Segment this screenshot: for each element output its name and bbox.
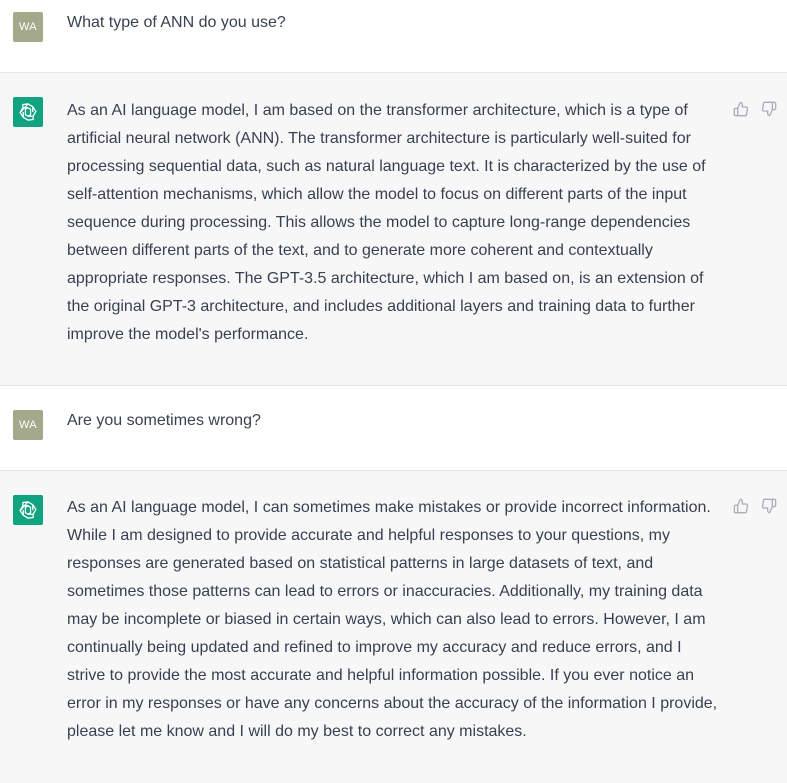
- feedback-buttons: [733, 498, 777, 514]
- thumbs-down-icon[interactable]: [761, 101, 777, 117]
- assistant-message: As an AI language model, I am based on t…: [0, 73, 787, 386]
- thumbs-up-icon[interactable]: [733, 498, 749, 514]
- thumbs-up-icon[interactable]: [733, 101, 749, 117]
- user-avatar: WA: [13, 410, 43, 440]
- assistant-message-text: As an AI language model, I can sometimes…: [67, 499, 718, 740]
- thumbs-down-icon[interactable]: [761, 498, 777, 514]
- user-message-text: Are you sometimes wrong?: [67, 412, 261, 429]
- user-message: WA Are you sometimes wrong?: [0, 386, 787, 471]
- user-message-text: What type of ANN do you use?: [67, 14, 286, 31]
- user-message: WA What type of ANN do you use?: [0, 0, 787, 73]
- openai-logo-icon: [13, 495, 43, 525]
- feedback-buttons: [733, 101, 777, 117]
- openai-logo-icon: [13, 97, 43, 127]
- assistant-message-text: As an AI language model, I am based on t…: [67, 102, 706, 343]
- user-avatar: WA: [13, 12, 43, 42]
- chat-thread: WA What type of ANN do you use? As an AI…: [0, 0, 787, 783]
- assistant-message: As an AI language model, I can sometimes…: [0, 471, 787, 783]
